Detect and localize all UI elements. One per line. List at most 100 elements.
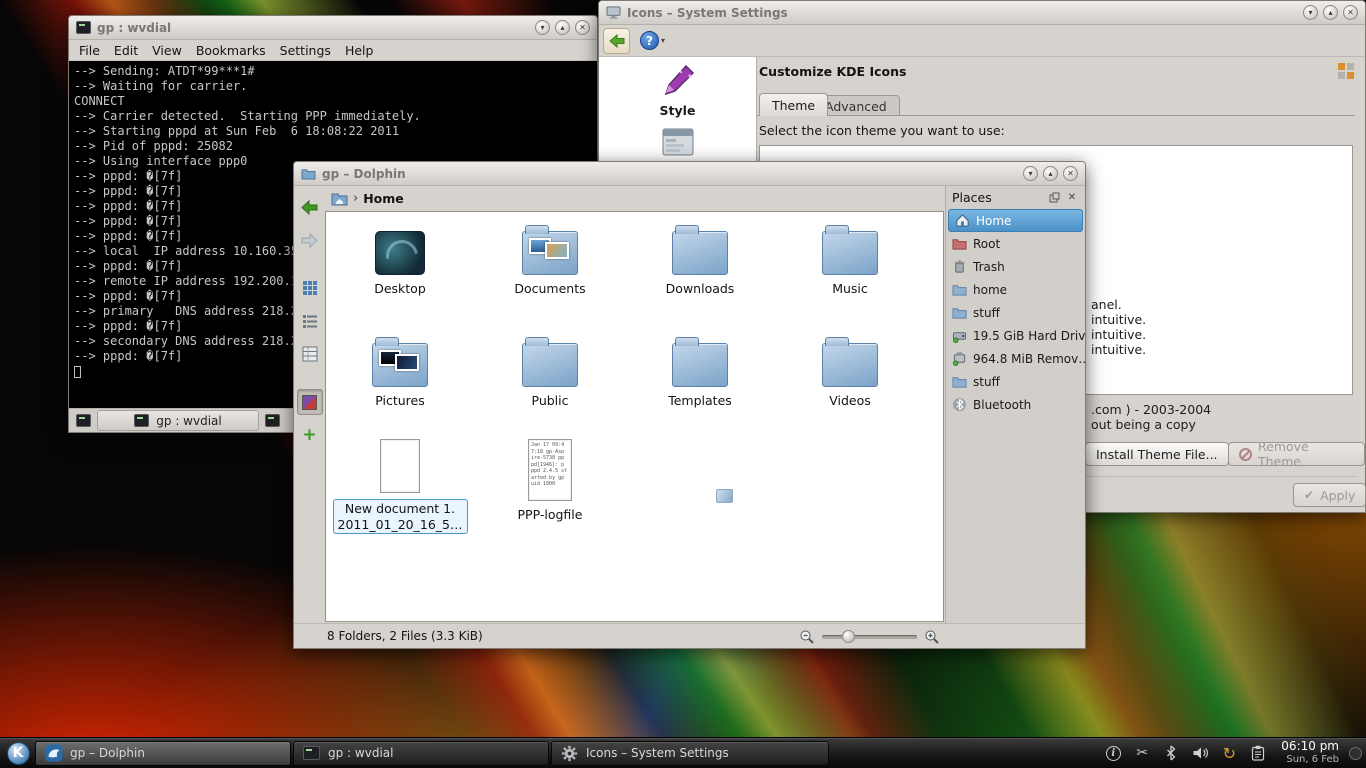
forward-button[interactable]: [297, 227, 323, 253]
bluetooth-icon[interactable]: [1162, 744, 1180, 762]
zoom-out-icon: [799, 629, 815, 645]
taskbar-task-dolphin[interactable]: gp – Dolphin: [35, 741, 291, 766]
taskbar-task-settings[interactable]: Icons – System Settings: [551, 741, 829, 766]
remove-theme-button[interactable]: Remove Theme: [1228, 442, 1365, 466]
menu-settings[interactable]: Settings: [280, 43, 331, 58]
place-label: 964.8 MiB Remov…: [973, 352, 1085, 366]
file-item-ppp-logfile[interactable]: Jan 17 09:4 7:18 gp-Asp ire-5738 pp pd[1…: [494, 439, 606, 522]
details-view-button[interactable]: [297, 341, 323, 367]
places-title: Places: [952, 190, 1043, 205]
zoom-slider[interactable]: [822, 635, 917, 639]
selected-file-label: New document 1. 2011_01_20_16_5…: [333, 499, 468, 534]
menu-help[interactable]: Help: [345, 43, 374, 58]
float-panel-icon[interactable]: [1047, 191, 1061, 205]
dolphin-window-title: gp – Dolphin: [322, 167, 406, 181]
icons-view-button[interactable]: [297, 275, 323, 301]
dolphin-side-toolbar: +: [294, 186, 325, 623]
info-icon[interactable]: i: [1104, 744, 1122, 762]
terminal-titlebar[interactable]: gp : wvdial ▾ ▴ ✕: [69, 16, 597, 40]
dolphin-titlebar[interactable]: gp – Dolphin ▾ ▴ ✕: [294, 162, 1085, 186]
folder-item-templates[interactable]: Templates: [644, 333, 756, 408]
sidebar-item-style[interactable]: Style: [599, 63, 756, 118]
compact-view-button[interactable]: [297, 308, 323, 334]
folder-item-desktop[interactable]: Desktop: [344, 221, 456, 296]
install-theme-button[interactable]: Install Theme File...: [1085, 442, 1229, 466]
folder-item-documents[interactable]: Documents: [494, 221, 606, 296]
place-item-home[interactable]: Home: [948, 209, 1083, 232]
close-button[interactable]: ✕: [1343, 5, 1358, 20]
place-item-removable[interactable]: 964.8 MiB Remov…: [946, 347, 1085, 370]
removable-drive-icon: [952, 351, 967, 366]
menu-edit[interactable]: Edit: [114, 43, 138, 58]
check-icon: ✔: [1304, 488, 1314, 502]
home-icon: [955, 213, 970, 228]
status-text: 8 Folders, 2 Files (3.3 KiB): [327, 629, 483, 643]
file-icon-view[interactable]: Desktop Documents Downloads: [325, 211, 944, 622]
menu-view[interactable]: View: [152, 43, 182, 58]
folder-label: Documents: [514, 281, 585, 296]
place-item-stuff-2[interactable]: stuff: [946, 370, 1085, 393]
photo-thumbnail: [395, 354, 419, 371]
klipper-scissors-icon[interactable]: ✂: [1133, 744, 1151, 762]
dolphin-statusbar: 8 Folders, 2 Files (3.3 KiB): [294, 623, 1085, 648]
menu-bookmarks[interactable]: Bookmarks: [196, 43, 266, 58]
close-panel-icon[interactable]: ✕: [1065, 191, 1079, 205]
place-item-bluetooth[interactable]: Bluetooth: [946, 393, 1085, 416]
place-item-home-folder[interactable]: home: [946, 278, 1085, 301]
minimize-button[interactable]: ▾: [535, 20, 550, 35]
terminal-line: --> Sending: ATDT*99***1#: [74, 64, 592, 79]
folder-item-public[interactable]: Public: [494, 333, 606, 408]
minimize-button[interactable]: ▾: [1303, 5, 1318, 20]
help-button[interactable]: ? ▾: [640, 31, 665, 50]
folder-item-pictures[interactable]: Pictures: [344, 333, 456, 408]
places-panel-header[interactable]: Places ✕: [946, 186, 1085, 209]
folder-item-videos[interactable]: Videos: [794, 333, 906, 408]
file-preview-text: Jan 17 09:4 7:18 gp-Asp ire-5738 pp pd[1…: [531, 442, 569, 488]
menu-file[interactable]: File: [79, 43, 100, 58]
maximize-button[interactable]: ▴: [1043, 166, 1058, 181]
minimize-button[interactable]: ▾: [1023, 166, 1038, 181]
folder-item-downloads[interactable]: Downloads: [644, 221, 756, 296]
close-button[interactable]: ✕: [575, 20, 590, 35]
device-notifier-icon[interactable]: ↻: [1220, 744, 1238, 762]
zoom-in-button[interactable]: [924, 624, 940, 649]
maximize-button[interactable]: ▴: [1323, 5, 1338, 20]
app-launcher-button[interactable]: K: [2, 740, 34, 767]
place-item-stuff[interactable]: stuff: [946, 301, 1085, 324]
place-item-hard-drive[interactable]: 19.5 GiB Hard Drive: [946, 324, 1085, 347]
places-folder-icon[interactable]: [331, 191, 348, 206]
place-item-root[interactable]: Root: [946, 232, 1085, 255]
close-button[interactable]: ✕: [1063, 166, 1078, 181]
place-item-trash[interactable]: Trash: [946, 255, 1085, 278]
zoom-slider-handle[interactable]: [842, 630, 855, 643]
plus-icon: +: [302, 427, 316, 444]
terminal-tab[interactable]: gp : wvdial: [97, 410, 259, 431]
file-item-new-document[interactable]: New document 1. 2011_01_20_16_5…: [344, 439, 456, 534]
back-button[interactable]: [297, 194, 323, 220]
add-button[interactable]: +: [297, 422, 323, 448]
taskbar-task-terminal[interactable]: gp : wvdial: [293, 741, 549, 766]
panel-toolbox-icon[interactable]: [1349, 747, 1362, 760]
tab-theme[interactable]: Theme: [759, 93, 828, 116]
terminal-line: --> Carrier detected. Starting PPP immed…: [74, 109, 592, 124]
konsole-window-icon: [76, 21, 91, 34]
zoom-out-button[interactable]: [799, 624, 815, 649]
tab-list-button[interactable]: [262, 411, 283, 431]
sidebar-item-partial[interactable]: [599, 126, 756, 158]
back-button[interactable]: [603, 28, 630, 54]
folder-item-music[interactable]: Music: [794, 221, 906, 296]
apply-button[interactable]: ✔ Apply: [1293, 483, 1366, 507]
breadcrumb-home[interactable]: Home: [363, 191, 404, 206]
volume-icon[interactable]: [1191, 744, 1209, 762]
folder-label: Desktop: [374, 281, 426, 296]
clock[interactable]: 06:10 pm Sun, 6 Feb: [1277, 740, 1343, 765]
clipboard-icon[interactable]: [1249, 744, 1267, 762]
folder-icon: [822, 231, 878, 275]
maximize-button[interactable]: ▴: [555, 20, 570, 35]
new-tab-button[interactable]: [73, 411, 94, 431]
folder-icon: [822, 343, 878, 387]
remove-icon: [1239, 448, 1252, 461]
settings-titlebar[interactable]: Icons – System Settings ▾ ▴ ✕: [599, 1, 1365, 25]
view-options-icon[interactable]: [1337, 62, 1355, 80]
preview-toggle-button[interactable]: [297, 389, 323, 415]
